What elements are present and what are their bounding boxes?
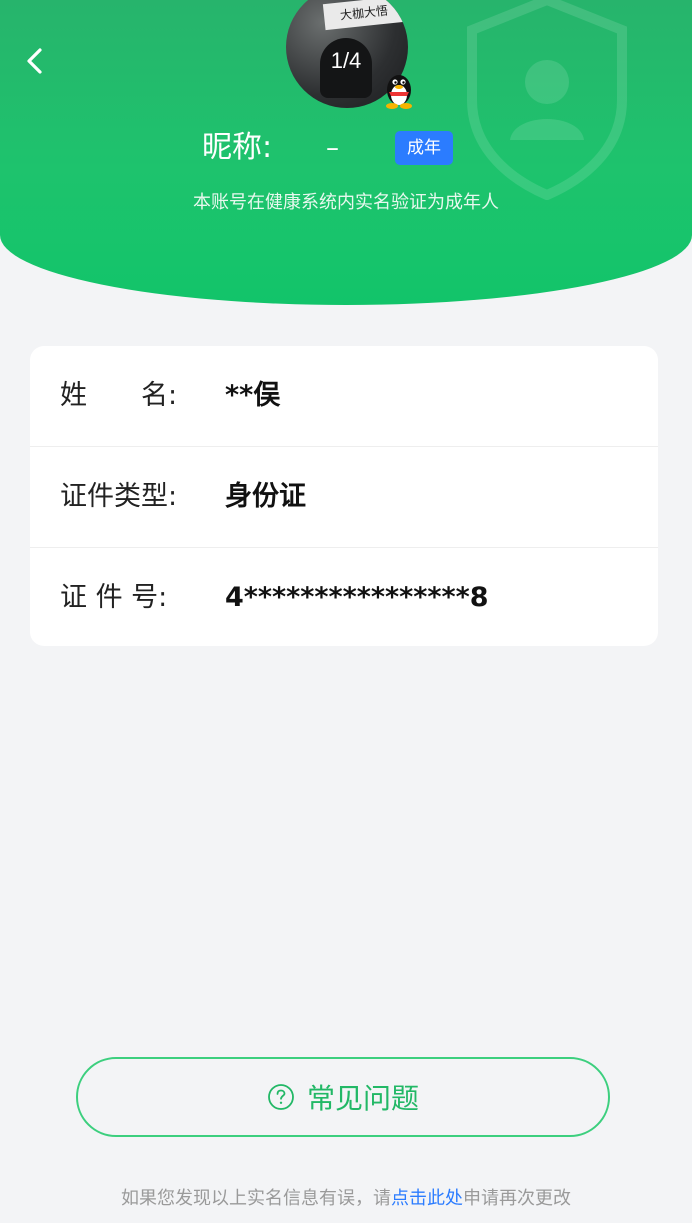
qq-penguin-icon (386, 75, 412, 109)
header-banner: 大枷大悟 1/4 昵称: – 成年 本账号在健康系统内实名验证为成年人 (0, 0, 692, 305)
id-type-value: 身份证 (225, 481, 306, 512)
shield-watermark-icon (467, 0, 627, 200)
adult-badge: 成年 (395, 131, 453, 165)
info-row-name: 姓 名: **俣 (30, 346, 658, 447)
id-type-label: 证件类型: (60, 481, 178, 512)
nickname-value: – (326, 133, 339, 163)
nickname-row: 昵称: – 成年 (0, 126, 692, 170)
info-row-id-number: 证 件 号: 4****************8 (30, 548, 658, 648)
name-value: **俣 (225, 380, 281, 411)
id-number-label: 证 件 号: (60, 582, 168, 613)
nickname-label: 昵称: (202, 130, 273, 165)
id-number-value: 4****************8 (225, 582, 489, 613)
faq-button-label: 常见问题 (306, 1082, 419, 1115)
name-label: 姓 名: (60, 380, 178, 411)
click-here-link[interactable]: 点击此处 (391, 1188, 463, 1209)
avatar-page-counter: 1/4 (330, 48, 362, 73)
verification-text: 本账号在健康系统内实名验证为成年人 (193, 192, 499, 213)
footer-note: 如果您发现以上实名信息有误，请点击此处申请再次更改 (0, 1184, 692, 1210)
identity-info-card: 姓 名: **俣 证件类型: 身份证 证 件 号: 4*************… (30, 346, 658, 646)
avatar-sign-text: 大枷大悟 (322, 0, 406, 31)
footer-suffix: 申请再次更改 (463, 1188, 571, 1209)
question-circle-icon (268, 1084, 294, 1110)
footer-prefix: 如果您发现以上实名信息有误，请 (121, 1188, 391, 1209)
faq-button[interactable]: 常见问题 (76, 1057, 610, 1137)
info-row-id-type: 证件类型: 身份证 (30, 447, 658, 548)
